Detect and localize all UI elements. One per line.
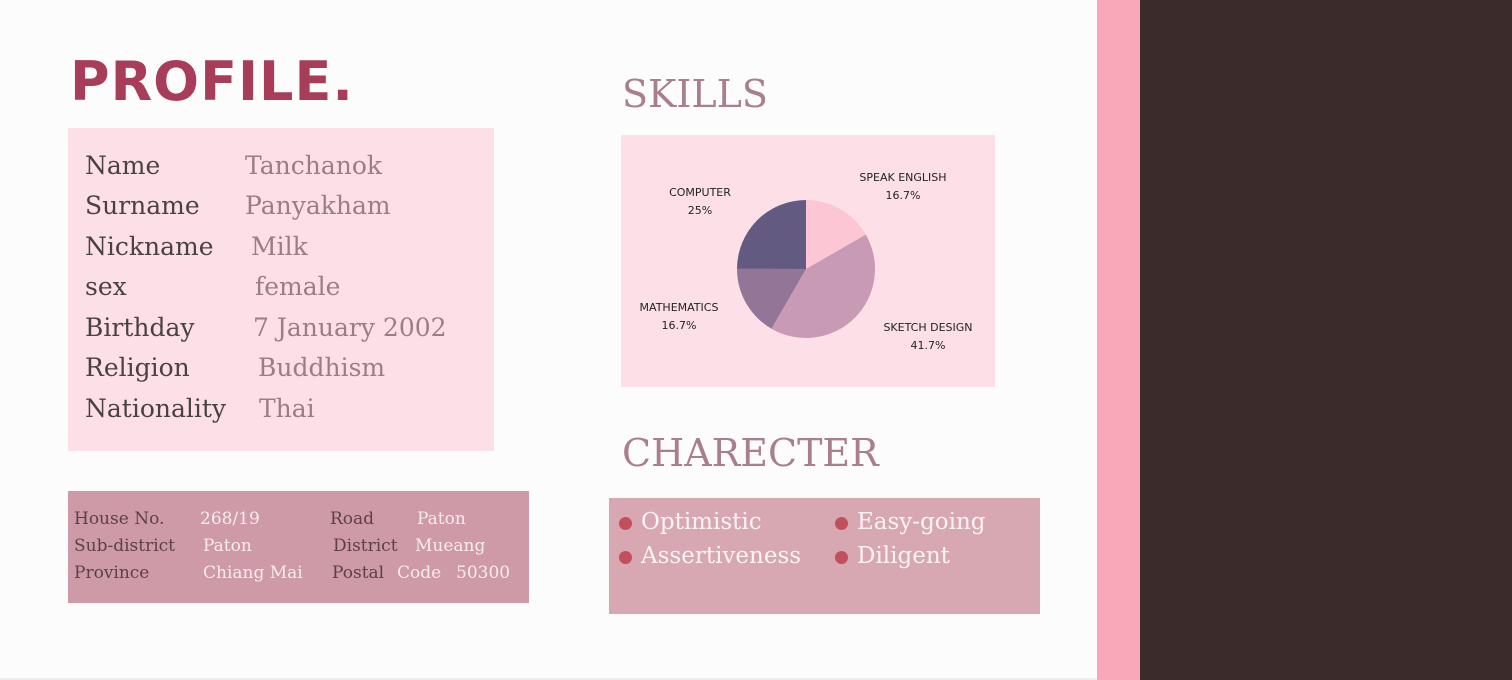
pie-label-percent: 16.7% bbox=[662, 319, 697, 332]
subdistrict-label: Sub-district bbox=[74, 536, 176, 556]
pink-side-strip bbox=[1097, 0, 1140, 680]
info-value: 7 January 2002 bbox=[253, 313, 447, 342]
info-label: sex bbox=[85, 272, 127, 301]
district-label: District bbox=[333, 536, 398, 556]
info-label: Nickname bbox=[85, 232, 214, 261]
province-value: Chiang Mai bbox=[203, 563, 303, 583]
info-label: Name bbox=[85, 151, 161, 180]
road-label: Road bbox=[330, 509, 375, 529]
character-item-label: Assertiveness bbox=[641, 543, 802, 569]
info-value: Milk bbox=[251, 232, 308, 261]
bullet-dot bbox=[835, 551, 848, 564]
character-item-label: Diligent bbox=[857, 543, 950, 569]
district-value: Mueang bbox=[415, 536, 486, 556]
bullet-dot bbox=[619, 517, 632, 530]
character-item-diligent: Diligent bbox=[835, 539, 950, 573]
character-item-label: Easy-going bbox=[857, 509, 986, 535]
road-value: Paton bbox=[417, 509, 466, 529]
province-label: Province bbox=[74, 563, 150, 583]
pie-label-name: COMPUTER bbox=[669, 186, 731, 199]
postal-code-value: 50300 bbox=[456, 563, 511, 583]
info-value: Tanchanok bbox=[245, 151, 383, 180]
character-item-optimistic: Optimistic bbox=[619, 505, 762, 539]
pie-label-name: SPEAK ENGLISH bbox=[859, 171, 946, 184]
pie-label-percent: 25% bbox=[688, 204, 712, 217]
pie-label-percent: 16.7% bbox=[886, 189, 921, 202]
info-label: Nationality bbox=[85, 394, 227, 423]
skills-chart-box: SPEAK ENGLISH 16.7% SKETCH DESIGN 41.7% MATH… bbox=[621, 135, 995, 387]
info-value: Buddhism bbox=[258, 353, 386, 382]
info-value: female bbox=[255, 272, 341, 301]
bullet-dot bbox=[835, 517, 848, 530]
info-value: Thai bbox=[259, 394, 315, 423]
house-number-value: 268/19 bbox=[200, 509, 260, 529]
dark-side-panel bbox=[1140, 0, 1512, 680]
character-item-easy-going: Easy-going bbox=[835, 505, 986, 539]
pie-label-percent: 41.7% bbox=[911, 339, 946, 352]
pie-label-name: MATHEMATICS bbox=[640, 301, 719, 314]
house-number-label: House No. bbox=[74, 509, 165, 529]
skills-pie-chart: SPEAK ENGLISH 16.7% SKETCH DESIGN 41.7% MATH… bbox=[640, 171, 973, 352]
character-item-assertiveness: Assertiveness bbox=[619, 539, 801, 573]
info-label: Surname bbox=[85, 191, 200, 220]
postal-code-label: Code bbox=[397, 563, 442, 583]
address-box: House No. 268/19 Road Paton Sub-district… bbox=[68, 491, 529, 603]
info-label: Religion bbox=[85, 353, 190, 382]
profile-title: PROFILE. bbox=[70, 50, 354, 113]
info-value: Panyakham bbox=[245, 191, 391, 220]
character-title: CHARECTER bbox=[622, 431, 879, 475]
pie-slice-computer bbox=[737, 200, 806, 269]
character-item-label: Optimistic bbox=[641, 509, 762, 535]
subdistrict-value: Paton bbox=[203, 536, 252, 556]
postal-label: Postal bbox=[332, 563, 385, 583]
profile-info-box: Name Tanchanok Surname Panyakham Nicknam… bbox=[68, 128, 494, 451]
pie-label-name: SKETCH DESIGN bbox=[883, 321, 972, 334]
bullet-dot bbox=[619, 551, 632, 564]
character-box: Optimistic Easy-going Assertiveness Dili… bbox=[609, 498, 1040, 614]
info-label: Birthday bbox=[85, 313, 195, 342]
skills-title: SKILLS bbox=[622, 72, 768, 116]
